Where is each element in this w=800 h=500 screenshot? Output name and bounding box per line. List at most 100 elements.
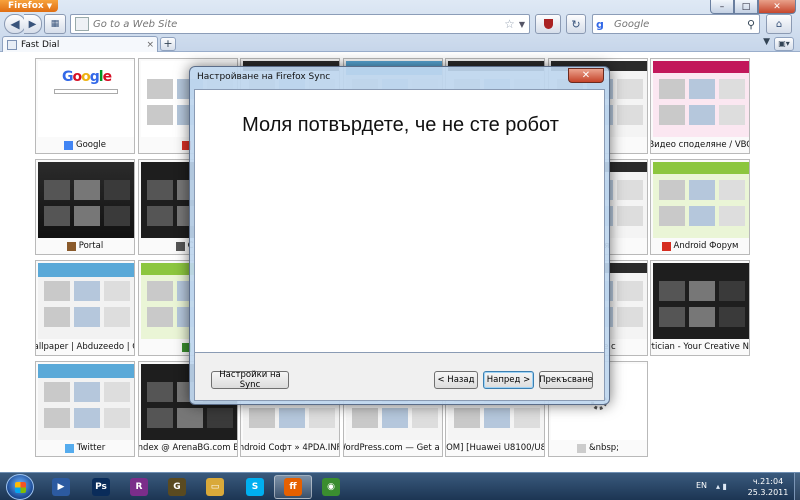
thumbnail-content-block: [484, 408, 510, 428]
search-bar[interactable]: g ⚲: [592, 14, 760, 34]
fast-dial-tile[interactable]: Android Форум: [650, 159, 750, 255]
search-input[interactable]: [614, 18, 747, 30]
url-history-dropdown-icon[interactable]: ▼: [519, 20, 525, 29]
taskbar-app-photoshop[interactable]: Ps: [82, 475, 120, 499]
clock-date: 25.3.2011 г.: [747, 488, 789, 500]
winrar-icon: R: [130, 478, 148, 496]
firefox-sync-dialog: Настройване на Firefox Sync ✕ Моля потвъ…: [189, 66, 610, 405]
search-icon[interactable]: ⚲: [747, 18, 755, 31]
fast-dial-tile[interactable]: Portal: [35, 159, 135, 255]
tile-caption-text: Artician - Your Creative Netwo: [651, 342, 749, 352]
tile-thumbnail: [38, 364, 134, 440]
thumbnail-content-block: [147, 79, 173, 99]
site-favicon-icon: [66, 241, 76, 251]
explorer-icon: ▭: [206, 478, 224, 496]
site-favicon-icon: [661, 241, 671, 251]
thumbnail-content-block: [44, 206, 70, 226]
game-icon: G: [168, 478, 186, 496]
cancel-button[interactable]: Прекъсване: [539, 371, 593, 389]
tile-thumbnail: [653, 162, 749, 238]
thumbnail-content-block: [44, 307, 70, 327]
bookmark-star-icon[interactable]: ☆: [504, 17, 515, 31]
thumbnail-content-block: [659, 180, 685, 200]
thumbnail-content-block: [719, 281, 745, 301]
thumbnail-content-block: [74, 281, 100, 301]
minimize-button[interactable]: –: [710, 0, 734, 14]
site-favicon-icon: [576, 443, 586, 453]
tile-caption: Android Форум: [651, 238, 749, 254]
fast-dial-tile[interactable]: Видео споделяне / VBOX7: [650, 58, 750, 154]
tile-caption: &nbsp;: [549, 440, 647, 456]
thumbnail-content-block: [719, 206, 745, 226]
sync-settings-button[interactable]: Настройки на Sync: [211, 370, 289, 390]
thumbnail-header: [653, 61, 749, 73]
windows-taskbar: ▶ Ps R G ▭ Sff ◉ EN ▴ ▮ ч.21:04 25.3.2011 г.: [0, 472, 800, 500]
tile-caption: Видео споделяне / VBOX7: [651, 137, 749, 153]
tile-caption-text: [ROM] [Huawei U8100/U8110/: [446, 443, 544, 453]
close-tab-icon[interactable]: ×: [146, 40, 154, 50]
new-tab-button[interactable]: +: [160, 37, 176, 51]
site-favicon-icon: [64, 443, 74, 453]
fast-dial-tile[interactable]: Google Google: [35, 58, 135, 154]
thumbnail-content-block: [74, 206, 100, 226]
taskbar-app-firefox[interactable]: ff: [274, 475, 312, 499]
tab-list-chevron-icon[interactable]: ▼: [763, 37, 770, 47]
start-button[interactable]: [6, 474, 34, 500]
thumbnail-content-block: [44, 408, 70, 428]
tile-caption: Android Софт » 4PDA.INFO - I: [241, 440, 339, 456]
dialog-titlebar[interactable]: Настройване на Firefox Sync ✕: [190, 67, 609, 89]
firefox-menu-button[interactable]: Firefox ▼: [0, 0, 58, 12]
thumbnail-content-block: [689, 105, 715, 125]
back-button[interactable]: < Назад: [434, 371, 478, 389]
url-input[interactable]: [93, 18, 505, 30]
tile-caption: WordPress.com — Get a Free: [344, 440, 442, 456]
tile-caption-text: wallpaper | Abduzeedo | Grapl: [36, 342, 134, 352]
url-bar[interactable]: ☆ ▼: [70, 14, 530, 34]
maximize-button[interactable]: □: [734, 0, 758, 14]
close-window-button[interactable]: ✕: [758, 0, 796, 14]
thumbnail-content-block: [617, 105, 643, 125]
taskbar-app-game[interactable]: G: [158, 475, 196, 499]
fast-dial-tile[interactable]: Artician - Your Creative Netwo: [650, 260, 750, 356]
fast-dial-tile[interactable]: wallpaper | Abduzeedo | Grapl: [35, 260, 135, 356]
tile-caption: Twitter: [36, 440, 134, 456]
next-button[interactable]: Напред >: [483, 371, 534, 389]
tab-fast-dial[interactable]: Fast Dial ×: [2, 36, 158, 52]
windows-logo-icon: [15, 482, 26, 493]
thumbnail-content-block: [352, 408, 378, 428]
tab-groups-icon[interactable]: ▣▾: [774, 37, 794, 51]
tile-caption-text: Index @ ArenaBG.com Beta: [139, 443, 237, 453]
system-clock[interactable]: ч.21:04 25.3.2011 г.: [744, 476, 792, 500]
thumbnail-content-block: [617, 180, 643, 200]
thumbnail-content-block: [104, 307, 130, 327]
taskbar-app-skype[interactable]: S: [236, 475, 274, 499]
taskbar-app-winrar[interactable]: R: [120, 475, 158, 499]
window-controls: – □ ✕: [710, 0, 796, 14]
reload-icon[interactable]: ↻: [566, 14, 586, 34]
taskbar-app-media-player[interactable]: ▶: [42, 475, 80, 499]
addon-shield-button[interactable]: [535, 14, 561, 34]
site-identity-icon[interactable]: [75, 17, 89, 31]
google-search-engine-icon[interactable]: g: [596, 17, 614, 31]
thumbnail-content-block: [689, 281, 715, 301]
thumbnail-content-block: [104, 408, 130, 428]
tile-thumbnail: [653, 61, 749, 137]
show-desktop-button[interactable]: [794, 473, 800, 500]
thumbnail-content-block: [147, 281, 173, 301]
forward-arrow-icon[interactable]: ▶: [24, 14, 42, 34]
thumbnail-content-block: [104, 180, 130, 200]
language-indicator[interactable]: EN: [696, 481, 707, 490]
taskbar-app-chrome[interactable]: ◉: [312, 475, 350, 499]
back-arrow-icon[interactable]: ◀: [4, 14, 26, 34]
tile-caption: wallpaper | Abduzeedo | Grapl: [36, 339, 134, 355]
thumbnail-content-block: [719, 105, 745, 125]
tile-caption: Portal: [36, 238, 134, 254]
taskbar-app-explorer[interactable]: ▭: [196, 475, 234, 499]
fast-dial-tile[interactable]: Twitter: [35, 361, 135, 457]
dialog-close-button[interactable]: ✕: [568, 68, 604, 83]
thumbnail-content-block: [617, 307, 643, 327]
speed-dial-icon[interactable]: ▦: [44, 14, 66, 34]
tray-network-icon[interactable]: ▴ ▮: [716, 482, 727, 491]
home-icon[interactable]: ⌂: [766, 14, 792, 34]
shield-icon: [543, 19, 553, 29]
